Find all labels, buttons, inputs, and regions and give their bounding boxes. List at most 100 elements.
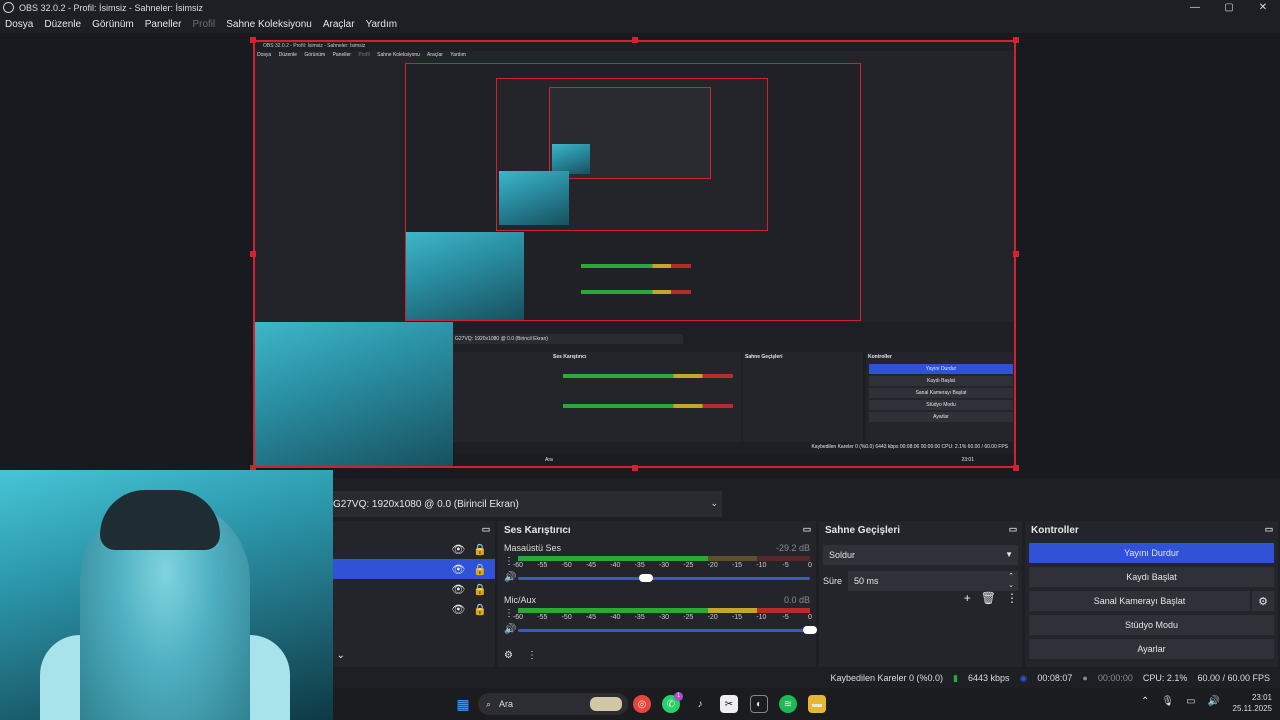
controls-title: Kontroller xyxy=(1031,524,1079,536)
spotify-icon[interactable]: ≋ xyxy=(779,695,797,713)
nested-transitions: Sahne Geçişleri xyxy=(743,352,863,442)
preview-source-selection[interactable]: OBS 32.0.2 - Profil: İsimsiz - Sahneler:… xyxy=(253,40,1016,468)
menu-bar: Dosya Düzenle Görünüm Paneller Profil Sa… xyxy=(0,15,1280,33)
menu-help[interactable]: Yardım xyxy=(366,19,398,30)
eye-icon[interactable]: 👁 xyxy=(451,543,465,556)
menu-tools[interactable]: Araçlar xyxy=(323,19,355,30)
start-recording-button[interactable]: Kaydı Başlat xyxy=(1029,567,1274,587)
nested-webcam-image xyxy=(406,232,524,320)
menu-docks[interactable]: Paneller xyxy=(145,19,182,30)
minimize-button[interactable]: — xyxy=(1178,0,1212,15)
source-row[interactable]: 👁 🔒 xyxy=(333,599,495,619)
capcut-icon[interactable]: ✂ xyxy=(720,695,738,713)
nested-button: Yayını Durdur xyxy=(869,364,1013,374)
source-row-selected[interactable]: 👁 🔒 xyxy=(333,559,495,579)
windows-start-icon[interactable]: ▦ xyxy=(454,695,472,713)
window-title: OBS 32.0.2 - Profil: İsimsiz - Sahneler:… xyxy=(19,2,204,13)
resize-handle[interactable] xyxy=(632,465,638,471)
obs-taskbar-icon[interactable]: ◐ xyxy=(750,695,768,713)
menu-scene-collection[interactable]: Sahne Koleksiyonu xyxy=(226,19,312,30)
spin-arrows-icon[interactable]: ⌃ ⌄ xyxy=(1008,572,1014,590)
dock-float-icon[interactable]: ▭ xyxy=(481,524,491,534)
chrome-icon[interactable]: ◎ xyxy=(633,695,651,713)
file-explorer-icon[interactable]: ▬ xyxy=(808,695,826,713)
menu-file[interactable]: Dosya xyxy=(5,19,33,30)
taskbar-search[interactable]: ⌕ Ara xyxy=(478,693,628,715)
stream-icon: ◉ xyxy=(1019,672,1028,683)
lock-icon[interactable]: 🔒 xyxy=(473,583,487,596)
transition-tools: + 🗑 ⋮ xyxy=(964,591,1018,605)
tiktok-icon[interactable]: ♪ xyxy=(691,695,709,713)
resize-handle[interactable] xyxy=(1013,251,1019,257)
resize-handle[interactable] xyxy=(250,37,256,43)
transition-select[interactable]: Soldur ▼ xyxy=(823,545,1018,565)
nested-search: Ara xyxy=(545,457,553,463)
meter-tick-label: -25 xyxy=(683,562,694,569)
mixer-dock-header: Ses Karıştırıcı ▭ xyxy=(498,521,816,539)
volume-slider[interactable] xyxy=(518,626,817,634)
lock-icon[interactable]: 🔒 xyxy=(473,543,487,556)
taskbar-clock[interactable]: 23:01 25.11.2025 xyxy=(1233,692,1272,714)
resize-handle[interactable] xyxy=(250,251,256,257)
meter-tick-label: -5 xyxy=(782,562,789,569)
display-icon[interactable]: ▭ xyxy=(1186,696,1195,707)
duration-label: Süre xyxy=(823,576,843,586)
volume-slider-knob[interactable] xyxy=(639,574,654,582)
kebab-menu-icon[interactable]: ⋮ xyxy=(1006,591,1018,605)
speaker-icon[interactable]: 🔊 xyxy=(504,572,516,583)
volume-slider-knob[interactable] xyxy=(803,626,817,634)
dock-float-icon[interactable]: ▭ xyxy=(802,524,812,534)
stop-streaming-button[interactable]: Yayını Durdur xyxy=(1029,543,1274,563)
meter-tick-label: -5 xyxy=(782,614,789,621)
eye-icon[interactable]: 👁 xyxy=(451,583,465,596)
lock-icon[interactable]: 🔒 xyxy=(473,563,487,576)
resize-handle[interactable] xyxy=(1013,465,1019,471)
mixer-title: Ses Karıştırıcı xyxy=(504,524,571,536)
gear-icon[interactable]: ⚙ xyxy=(504,650,513,661)
title-bar: OBS 32.0.2 - Profil: İsimsiz - Sahneler:… xyxy=(0,0,1280,15)
chevron-down-icon[interactable]: ⌄ xyxy=(337,650,345,661)
nested-mixer-title: Ses Karıştırıcı xyxy=(553,354,587,360)
add-icon[interactable]: + xyxy=(964,591,971,605)
duration-input[interactable]: 50 ms ⌃ ⌄ xyxy=(848,571,1018,591)
nested-controls: Kontroller Yayını Durdur Kaydı Başlat Sa… xyxy=(866,352,1014,442)
nested-webcam-image xyxy=(499,171,569,225)
source-row[interactable]: 👁 🔒 xyxy=(333,579,495,599)
studio-mode-button[interactable]: Stüdyo Modu xyxy=(1029,615,1274,635)
chevron-up-icon[interactable]: ⌃ xyxy=(1141,696,1149,707)
trash-icon[interactable]: 🗑 xyxy=(981,591,996,605)
eye-icon[interactable]: 👁 xyxy=(451,563,465,576)
settings-button[interactable]: Ayarlar xyxy=(1029,639,1274,659)
chevron-down-icon[interactable]: ⌄ xyxy=(710,498,718,509)
eye-icon[interactable]: 👁 xyxy=(451,603,465,616)
nested-transitions-title: Sahne Geçişleri xyxy=(745,354,783,360)
meter-tick-label: -45 xyxy=(585,614,597,621)
close-button[interactable]: ✕ xyxy=(1246,0,1280,15)
nested-preview xyxy=(405,63,861,321)
nested-menu-item: Yardım xyxy=(450,52,466,58)
lock-icon[interactable]: 🔒 xyxy=(473,603,487,616)
maximize-button[interactable]: ▢ xyxy=(1212,0,1246,15)
sources-dock-header: ▭ xyxy=(333,521,495,539)
volume-slider[interactable] xyxy=(518,574,810,582)
gear-icon[interactable]: ⚙ xyxy=(1252,591,1274,611)
menu-edit[interactable]: Düzenle xyxy=(44,19,81,30)
resize-handle[interactable] xyxy=(632,37,638,43)
speaker-icon[interactable]: 🔊 xyxy=(504,624,516,635)
source-row[interactable]: 👁 🔒 xyxy=(333,539,495,559)
dock-float-icon[interactable]: ▭ xyxy=(1008,524,1018,534)
microphone-icon[interactable]: 🎙 xyxy=(1161,696,1174,707)
menu-view[interactable]: Görünüm xyxy=(92,19,134,30)
kebab-menu-icon[interactable]: ⋮ xyxy=(527,650,537,661)
meter-segment xyxy=(518,608,708,613)
meter-tick-label: -10 xyxy=(756,614,767,621)
meter-tick-label: -20 xyxy=(707,614,718,621)
stream-time: 00:08:07 xyxy=(1037,673,1073,683)
volume-icon[interactable]: 🔊 xyxy=(1208,696,1220,707)
meter-segment xyxy=(707,556,758,561)
dock-float-icon[interactable]: ▭ xyxy=(1264,524,1274,534)
fps: 60.00 / 60.00 FPS xyxy=(1197,673,1270,683)
start-virtual-camera-button[interactable]: Sanal Kamerayı Başlat xyxy=(1029,591,1250,611)
resize-handle[interactable] xyxy=(1013,37,1019,43)
nested-menu-item: Sahne Koleksiyonu xyxy=(377,52,420,58)
